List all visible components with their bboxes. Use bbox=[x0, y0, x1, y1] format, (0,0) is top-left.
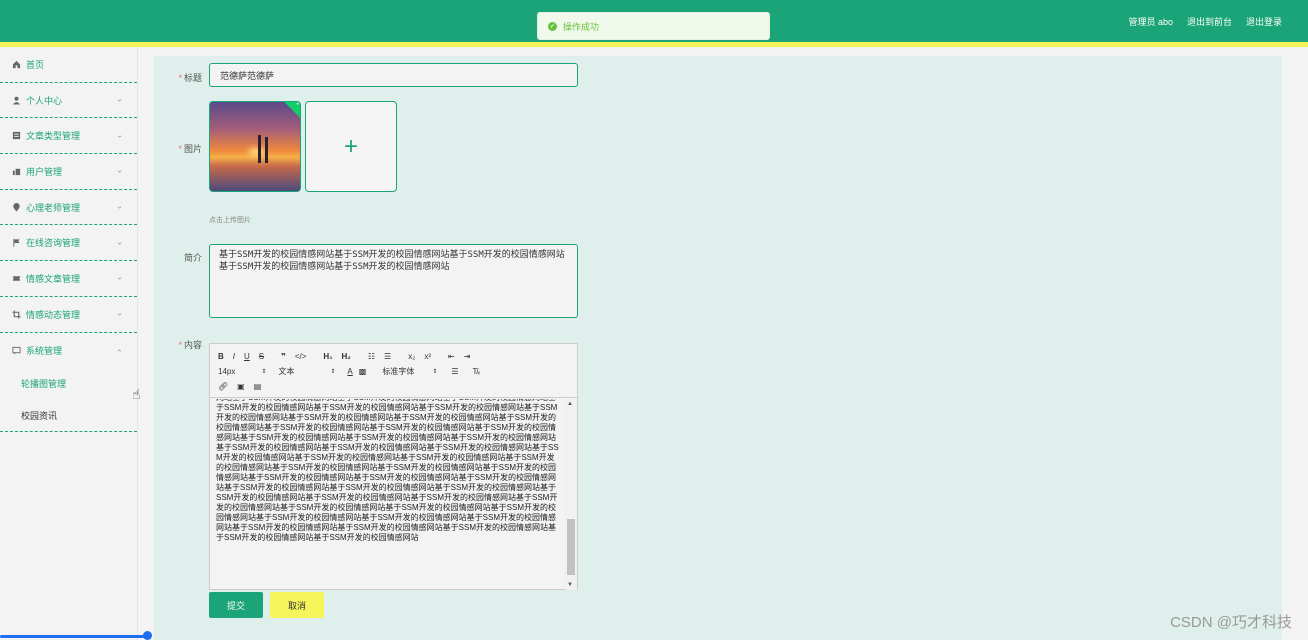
flag-icon bbox=[11, 238, 21, 248]
sidebar-item-label: 个人中心 bbox=[26, 95, 63, 106]
editor-content[interactable]: 网站基于SSM开发的校园情感网站基于SSM开发的校园情感网站基于SSM开发的校园… bbox=[210, 399, 566, 590]
sidebar-item-teachers[interactable]: 心理老师管理 ⌄ bbox=[0, 190, 137, 226]
chevron-down-icon: ⌄ bbox=[116, 273, 123, 283]
upload-success-badge: ✓ bbox=[282, 101, 301, 121]
sidebar-item-label: 情感文章管理 bbox=[26, 273, 81, 284]
location-icon bbox=[11, 202, 21, 212]
italic-icon[interactable]: I bbox=[233, 352, 235, 361]
scrollbar-thumb[interactable] bbox=[567, 519, 575, 575]
video-icon[interactable]: ▤ bbox=[254, 382, 262, 391]
check-circle-icon: ✓ bbox=[548, 21, 557, 31]
align-icon[interactable]: ☰ bbox=[451, 367, 458, 376]
sidebar-item-users[interactable]: 用户管理 ⌄ bbox=[0, 154, 137, 190]
code-block-icon[interactable]: </> bbox=[295, 352, 307, 361]
sidebar-item-label: 文章类型管理 bbox=[26, 131, 81, 142]
header-1-icon[interactable]: H₁ bbox=[323, 352, 332, 361]
underline-icon[interactable]: U bbox=[244, 352, 250, 361]
sidebar-item-label: 心理老师管理 bbox=[26, 202, 81, 213]
sidebar-item-label: 用户管理 bbox=[26, 166, 63, 177]
text-type-select[interactable]: 文本 ⇕ bbox=[278, 366, 335, 377]
sidebar-subitem-carousel[interactable]: 轮播图管理 bbox=[0, 368, 137, 399]
image-icon[interactable]: ▣ bbox=[237, 382, 245, 391]
sidebar-item-home[interactable]: 首页 bbox=[0, 47, 137, 83]
check-icon: ✓ bbox=[295, 101, 301, 108]
scroll-up-icon[interactable]: ▲ bbox=[567, 401, 573, 407]
cancel-button[interactable]: 取消 bbox=[270, 592, 324, 618]
font-size-select[interactable]: 14px ⇕ bbox=[218, 367, 266, 376]
title-input[interactable]: 范德萨范德萨 bbox=[209, 63, 578, 87]
user-icon bbox=[11, 95, 21, 105]
header-stripe bbox=[0, 42, 1308, 47]
indent-decrease-icon[interactable]: ⇤ bbox=[448, 352, 455, 361]
toast-message: 操作成功 bbox=[563, 21, 600, 32]
progress-bar bbox=[0, 635, 150, 638]
blockquote-icon[interactable]: ❞ bbox=[281, 352, 286, 361]
submit-button[interactable]: 提交 bbox=[209, 592, 263, 618]
sidebar-item-article-type[interactable]: 文章类型管理 ⌄ bbox=[0, 118, 137, 155]
logout-link[interactable]: 退出登录 bbox=[1246, 15, 1282, 28]
watermark: CSDN @巧才科技 bbox=[1170, 614, 1292, 631]
editor-scrollbar[interactable]: ▲ ▼ bbox=[565, 399, 577, 590]
title-label: * 标题 bbox=[178, 73, 202, 83]
success-toast: ✓ 操作成功 bbox=[537, 12, 770, 40]
document-icon bbox=[11, 131, 21, 141]
bold-icon[interactable]: B bbox=[218, 352, 224, 361]
ticket-icon bbox=[11, 273, 21, 283]
message-icon bbox=[11, 345, 21, 355]
sidebar-item-emotion-articles[interactable]: 情感文章管理 ⌄ bbox=[0, 261, 137, 297]
mouse-cursor-icon: ☝ bbox=[132, 386, 141, 402]
indent-increase-icon[interactable]: ⇥ bbox=[464, 352, 471, 361]
sidebar-item-consultation[interactable]: 在线咨询管理 ⌄ bbox=[0, 225, 137, 262]
summary-textarea[interactable]: 基于SSM开发的校园情感网站基于SSM开发的校园情感网站基于SSM开发的校园情感… bbox=[209, 244, 578, 318]
crop-icon bbox=[11, 309, 21, 319]
strikethrough-icon[interactable]: S bbox=[259, 352, 264, 361]
scroll-down-icon[interactable]: ▼ bbox=[567, 582, 573, 588]
rich-text-editor[interactable]: B I U S ❞ </> H₁ H₂ ☷ ☰ x₂ x² ⇤ ⇥ 14px ⇕ … bbox=[209, 343, 578, 590]
sidebar-item-personal-center[interactable]: 个人中心 ⌄ bbox=[0, 83, 137, 119]
subscript-icon[interactable]: x₂ bbox=[408, 352, 415, 361]
user-label: 管理员 abo bbox=[1128, 16, 1173, 27]
bullet-list-icon[interactable]: ☰ bbox=[384, 352, 391, 361]
chevron-down-icon: ⌄ bbox=[116, 130, 123, 140]
header-links: 管理员 abo 退出到前台 退出登录 bbox=[1128, 0, 1282, 42]
chevron-down-icon: ⌄ bbox=[116, 237, 123, 247]
chevron-down-icon: ⌄ bbox=[116, 201, 123, 211]
summary-label: 简介 bbox=[183, 253, 202, 263]
link-icon[interactable]: 🔗︎ bbox=[218, 382, 228, 391]
sidebar-item-label: 情感动态管理 bbox=[26, 309, 81, 320]
clear-format-icon[interactable]: T̸ₓ bbox=[473, 367, 481, 376]
sidebar-subitem-campus-news[interactable]: 校园资讯 bbox=[0, 399, 137, 433]
uploaded-image-thumbnail[interactable]: ✓ bbox=[209, 101, 301, 192]
sidebar-item-emotion-dynamics[interactable]: 情感动态管理 ⌄ bbox=[0, 297, 137, 333]
editor-toolbar: B I U S ❞ </> H₁ H₂ ☷ ☰ x₂ x² ⇤ ⇥ 14px ⇕ … bbox=[210, 344, 577, 398]
background-color-icon[interactable]: ▩ bbox=[359, 367, 367, 376]
back-to-front-link[interactable]: 退出到前台 bbox=[1187, 15, 1232, 28]
sidebar: 首页 个人中心 ⌄ 文章类型管理 ⌄ 用户管理 ⌄ 心理老师管理 ⌄ 在线咨询管… bbox=[0, 47, 138, 640]
sidebar-item-label: 首页 bbox=[26, 59, 45, 70]
chevron-down-icon: ⌄ bbox=[116, 166, 123, 176]
sidebar-item-label: 在线咨询管理 bbox=[26, 238, 81, 249]
users-icon bbox=[11, 166, 21, 176]
superscript-icon[interactable]: x² bbox=[424, 352, 431, 361]
chevron-up-icon: ⌄ bbox=[116, 347, 123, 357]
chevron-down-icon: ⌄ bbox=[116, 308, 123, 318]
chevron-down-icon: ⌄ bbox=[116, 94, 123, 104]
content-label: * 内容 bbox=[178, 340, 202, 350]
plus-icon: + bbox=[343, 132, 358, 160]
progress-handle[interactable] bbox=[143, 631, 152, 640]
editor-text: 网站基于SSM开发的校园情感网站基于SSM开发的校园情感网站基于SSM开发的校园… bbox=[216, 399, 559, 542]
header-2-icon[interactable]: H₂ bbox=[342, 352, 351, 361]
ordered-list-icon[interactable]: ☷ bbox=[368, 352, 375, 361]
upload-hint: 点击上传图片 bbox=[209, 217, 251, 224]
sidebar-item-system[interactable]: 系统管理 ⌄ bbox=[0, 333, 137, 369]
home-icon bbox=[11, 59, 21, 69]
sidebar-item-label: 系统管理 bbox=[26, 345, 63, 356]
font-family-select[interactable]: 标准字体 ⇕ bbox=[382, 366, 437, 377]
upload-add-button[interactable]: + bbox=[305, 101, 397, 192]
image-label: * 图片 bbox=[178, 144, 202, 154]
text-color-icon[interactable]: A bbox=[347, 367, 352, 376]
